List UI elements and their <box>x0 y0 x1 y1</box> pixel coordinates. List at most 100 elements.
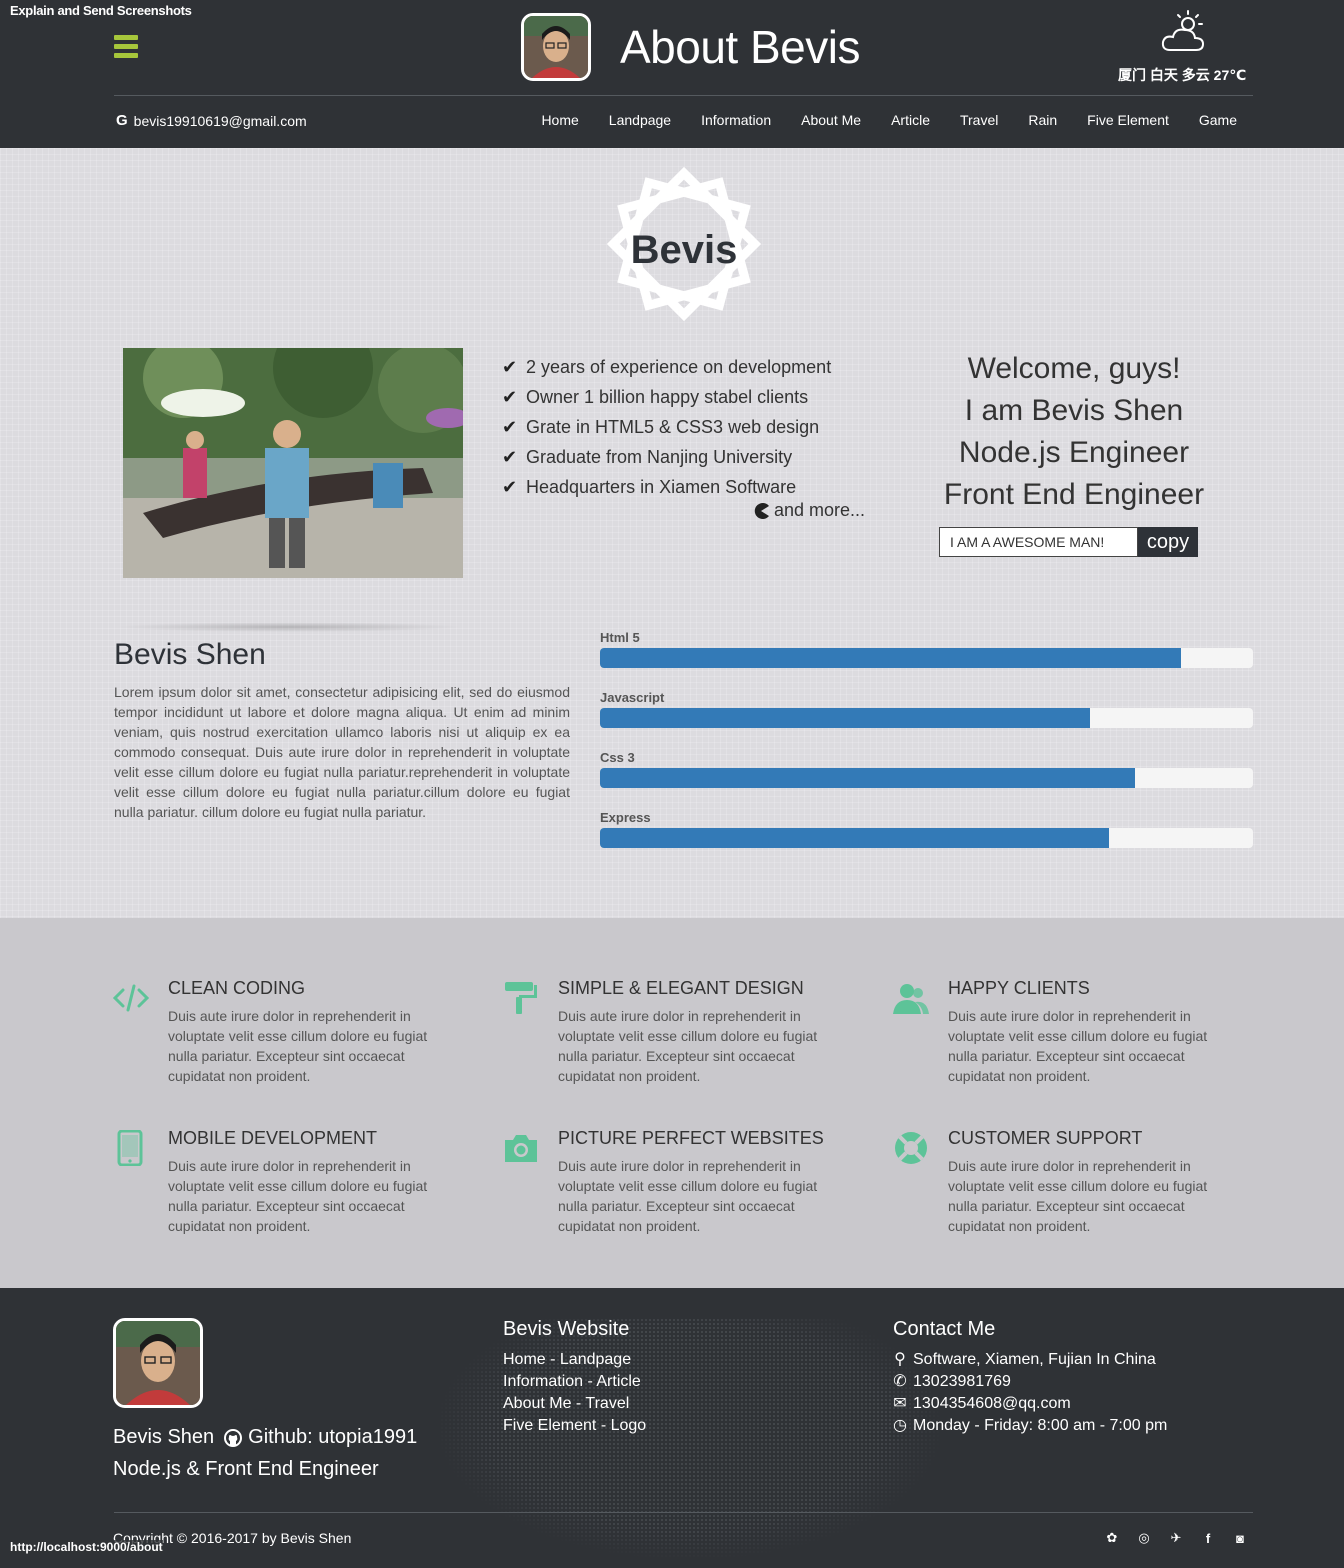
lifebuoy-icon <box>895 1132 927 1164</box>
email-contact[interactable]: G bevis19910619@gmail.com <box>116 112 307 129</box>
skill-progress-track <box>600 708 1253 728</box>
feature-title: PICTURE PERFECT WEBSITES <box>558 1128 824 1148</box>
skill-progress-track <box>600 648 1253 668</box>
footer-link[interactable]: Five Element - Logo <box>503 1415 646 1437</box>
footer-name-row: Bevis Shen Github: utopia1991 <box>113 1426 417 1449</box>
skill-item: Javascript <box>600 690 1253 728</box>
checklist-item: ✔ Headquarters in Xiamen Software <box>502 476 797 497</box>
feature-text: Duis aute irure dolor in reprehenderit i… <box>558 1008 818 1084</box>
contact-hours: ◷ Monday - Friday: 8:00 am - 7:00 pm <box>893 1415 1167 1437</box>
check-icon: ✔ <box>502 416 518 437</box>
skill-progress-fill <box>600 708 1090 728</box>
weather-text: 厦门 白天 多云 27℃ <box>1118 67 1247 83</box>
welcome-line: Front End Engineer <box>943 478 1205 511</box>
footer-contact-title: Contact Me <box>893 1318 996 1340</box>
feature-title: HAPPY CLIENTS <box>948 978 1090 998</box>
contact-phone[interactable]: ✆ 13023981769 <box>893 1371 1167 1393</box>
partly-cloudy-icon <box>1161 10 1205 51</box>
logo-name: Bevis <box>630 228 738 272</box>
contact-email[interactable]: ✉ 1304354608@qq.com <box>893 1393 1167 1415</box>
site-footer: Bevis Shen Github: utopia1991 Node.js & … <box>0 1288 1344 1568</box>
users-icon <box>893 984 929 1014</box>
facebook-icon[interactable]: f <box>1200 1530 1216 1546</box>
shadow-divider <box>116 622 462 632</box>
nav-travel[interactable]: Travel <box>945 112 1013 128</box>
nav-rain[interactable]: Rain <box>1013 112 1072 128</box>
nav-article[interactable]: Article <box>876 112 945 128</box>
feature-title: CLEAN CODING <box>168 978 306 998</box>
skill-progress-fill <box>600 768 1136 788</box>
welcome-block: Welcome, guys! I am Bevis Shen Node.js E… <box>924 348 1224 516</box>
clock-icon: ◷ <box>893 1417 907 1434</box>
extension-label[interactable]: Explain and Send Screenshots <box>10 3 192 18</box>
hamburger-menu-icon[interactable] <box>114 35 138 59</box>
and-more-link[interactable]: and more... <box>752 500 865 521</box>
pacman-icon <box>754 502 769 519</box>
welcome-line: Node.js Engineer <box>958 436 1190 469</box>
nav-home[interactable]: Home <box>526 112 593 128</box>
skill-progress-fill <box>600 648 1182 668</box>
feature-text: Duis aute irure dolor in reprehenderit i… <box>948 1158 1208 1234</box>
footer-link[interactable]: Information - Article <box>503 1371 646 1393</box>
map-marker-icon: ⚲ <box>894 1351 906 1368</box>
skill-item: Html 5 <box>600 630 1253 668</box>
feature-text: Duis aute irure dolor in reprehenderit i… <box>558 1158 818 1234</box>
nav-about-me[interactable]: About Me <box>786 112 876 128</box>
twitter-icon[interactable]: ✈ <box>1168 1530 1184 1546</box>
footer-contact: Contact Me ⚲ Software, Xiamen, Fujian In … <box>893 1318 1167 1437</box>
phone-icon: ✆ <box>893 1373 907 1390</box>
features-section: CLEAN CODING Duis aute irure dolor in re… <box>0 918 1344 1288</box>
nav-landpage[interactable]: Landpage <box>594 112 686 128</box>
welcome-line: Welcome, guys! <box>967 352 1181 385</box>
nav-information[interactable]: Information <box>686 112 786 128</box>
skill-progress-track <box>600 828 1253 848</box>
skill-progress-fill <box>600 828 1110 848</box>
check-icon: ✔ <box>502 356 518 377</box>
feature-text: Duis aute irure dolor in reprehenderit i… <box>948 1008 1208 1084</box>
copy-input[interactable] <box>939 527 1138 557</box>
github-link[interactable]: Github: utopia1991 <box>224 1426 417 1449</box>
footer-website-title: Bevis Website <box>503 1318 630 1340</box>
footer-website-links: Bevis Website Home - Landpage Informatio… <box>503 1318 646 1437</box>
header-divider <box>114 95 1253 96</box>
hero-section: Bevis ✔ 2 years of experience on developm… <box>0 148 1344 918</box>
feature-text: Duis aute irure dolor in reprehenderit i… <box>168 1158 428 1234</box>
skill-label: Javascript <box>600 690 665 705</box>
paint-roller-icon <box>505 982 537 1014</box>
brand-avatar[interactable] <box>521 13 591 81</box>
mobile-icon <box>117 1130 143 1166</box>
checklist-item: ✔ 2 years of experience on development <box>502 356 832 377</box>
envelope-icon: ✉ <box>893 1395 907 1412</box>
page-title: About Bevis <box>620 21 860 73</box>
status-bar-url: http://localhost:9000/about <box>10 1540 163 1554</box>
experience-checklist: ✔ 2 years of experience on development ✔ O… <box>502 352 831 502</box>
check-icon: ✔ <box>502 446 518 467</box>
main-nav: Home Landpage Information About Me Artic… <box>526 112 1252 128</box>
checklist-item: ✔ Owner 1 billion happy stabel clients <box>502 386 809 407</box>
bio-name: Bevis Shen <box>114 638 266 671</box>
feature-title: SIMPLE & ELEGANT DESIGN <box>558 978 804 998</box>
profile-photo <box>123 348 463 578</box>
check-icon: ✔ <box>502 386 518 407</box>
footer-divider <box>114 1512 1253 1513</box>
nav-five-element[interactable]: Five Element <box>1072 112 1184 128</box>
feature-text: Duis aute irure dolor in reprehenderit i… <box>168 1008 428 1084</box>
wechat-icon[interactable]: ✿ <box>1104 1530 1120 1546</box>
copy-box: copy <box>939 527 1198 557</box>
skill-item: Css 3 <box>600 750 1253 788</box>
skill-item: Express <box>600 810 1253 848</box>
copy-button[interactable]: copy <box>1138 527 1198 557</box>
nav-game[interactable]: Game <box>1184 112 1252 128</box>
feature-title: CUSTOMER SUPPORT <box>948 1128 1143 1148</box>
footer-link[interactable]: Home - Landpage <box>503 1349 646 1371</box>
weibo-icon[interactable]: ◎ <box>1136 1530 1152 1546</box>
footer-avatar <box>113 1318 203 1408</box>
footer-link[interactable]: About Me - Travel <box>503 1393 646 1415</box>
contact-address: ⚲ Software, Xiamen, Fujian In China <box>893 1349 1167 1371</box>
skill-label: Css 3 <box>600 750 635 765</box>
site-header: Explain and Send Screenshots About Bevis… <box>0 0 1344 148</box>
social-links: ✿ ◎ ✈ f ◙ <box>1104 1530 1248 1546</box>
instagram-icon[interactable]: ◙ <box>1232 1530 1248 1546</box>
checklist-item: ✔ Graduate from Nanjing University <box>502 446 793 467</box>
checklist-item: ✔ Grate in HTML5 & CSS3 web design <box>502 416 820 437</box>
